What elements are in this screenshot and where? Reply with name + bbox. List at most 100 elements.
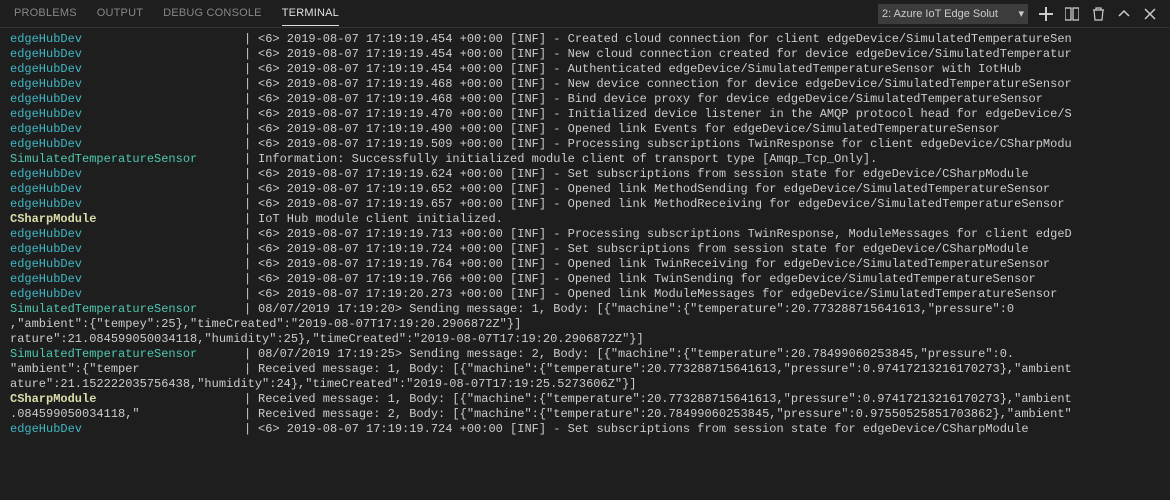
log-separator: | [244,152,258,167]
split-terminal-button[interactable] [1064,6,1080,22]
log-line: edgeHubDev| <6> 2019-08-07 17:19:19.454 … [10,47,1160,62]
log-separator: | [244,302,258,317]
log-line: edgeHubDev| <6> 2019-08-07 17:19:19.468 … [10,92,1160,107]
log-message: <6> 2019-08-07 17:19:19.470 +00:00 [INF]… [258,107,1160,122]
log-source: edgeHubDev [10,62,244,77]
log-line: edgeHubDev| <6> 2019-08-07 17:19:19.652 … [10,182,1160,197]
log-source: edgeHubDev [10,197,244,212]
log-message: <6> 2019-08-07 17:19:19.468 +00:00 [INF]… [258,92,1160,107]
terminal-selector[interactable]: 2: Azure IoT Edge Solut ▾ [878,4,1028,24]
log-source: edgeHubDev [10,227,244,242]
log-message: <6> 2019-08-07 17:19:19.652 +00:00 [INF]… [258,182,1160,197]
log-message: <6> 2019-08-07 17:19:19.713 +00:00 [INF]… [258,227,1160,242]
log-source: edgeHubDev [10,77,244,92]
log-message: Received message: 1, Body: [{"machine":{… [258,362,1160,377]
log-source: edgeHubDev [10,122,244,137]
terminal-toolbar: 2: Azure IoT Edge Solut ▾ [878,4,1170,24]
log-separator: | [244,32,258,47]
log-message: <6> 2019-08-07 17:19:19.468 +00:00 [INF]… [258,77,1160,92]
log-message: <6> 2019-08-07 17:19:19.657 +00:00 [INF]… [258,197,1160,212]
log-separator: | [244,422,258,437]
log-message: Received message: 2, Body: [{"machine":{… [258,407,1160,422]
log-source: edgeHubDev [10,422,244,437]
log-message: <6> 2019-08-07 17:19:19.509 +00:00 [INF]… [258,137,1160,152]
log-source: edgeHubDev [10,92,244,107]
log-source: CSharpModule [10,392,244,407]
tab-problems[interactable]: PROBLEMS [14,1,77,26]
log-separator: | [244,92,258,107]
tab-output[interactable]: OUTPUT [97,1,143,26]
log-separator: | [244,287,258,302]
log-line: edgeHubDev| <6> 2019-08-07 17:19:19.764 … [10,257,1160,272]
log-line: SimulatedTemperatureSensor| 08/07/2019 1… [10,347,1160,362]
log-line: "ambient":{"temper| Received message: 1,… [10,362,1160,377]
log-separator: | [244,362,258,377]
log-line: edgeHubDev| <6> 2019-08-07 17:19:19.657 … [10,197,1160,212]
log-separator: | [244,182,258,197]
log-wrap-line: rature":21.084599050034118,"humidity":25… [10,332,1160,347]
log-source: edgeHubDev [10,272,244,287]
log-line: CSharpModule| IoT Hub module client init… [10,212,1160,227]
log-message: <6> 2019-08-07 17:19:19.724 +00:00 [INF]… [258,242,1160,257]
log-separator: | [244,212,258,227]
log-message: <6> 2019-08-07 17:19:19.490 +00:00 [INF]… [258,122,1160,137]
log-line: .084599050034118,"| Received message: 2,… [10,407,1160,422]
log-source: edgeHubDev [10,257,244,272]
log-separator: | [244,347,258,362]
log-message: IoT Hub module client initialized. [258,212,1160,227]
log-line: CSharpModule| Received message: 1, Body:… [10,392,1160,407]
log-source: edgeHubDev [10,182,244,197]
log-source: SimulatedTemperatureSensor [10,152,244,167]
terminal-output[interactable]: edgeHubDev| <6> 2019-08-07 17:19:19.454 … [0,28,1170,441]
log-message: Received message: 1, Body: [{"machine":{… [258,392,1160,407]
log-source: SimulatedTemperatureSensor [10,347,244,362]
tab-terminal[interactable]: TERMINAL [282,1,339,26]
log-source: edgeHubDev [10,167,244,182]
log-separator: | [244,242,258,257]
close-panel-button[interactable] [1142,6,1158,22]
log-separator: | [244,137,258,152]
log-source: edgeHubDev [10,137,244,152]
log-source: edgeHubDev [10,242,244,257]
log-line: edgeHubDev| <6> 2019-08-07 17:19:19.713 … [10,227,1160,242]
log-line: edgeHubDev| <6> 2019-08-07 17:19:19.624 … [10,167,1160,182]
log-message: <6> 2019-08-07 17:19:19.454 +00:00 [INF]… [258,32,1160,47]
log-source: edgeHubDev [10,107,244,122]
log-line: edgeHubDev| <6> 2019-08-07 17:19:19.454 … [10,32,1160,47]
kill-terminal-button[interactable] [1090,6,1106,22]
log-message: 08/07/2019 17:19:25> Sending message: 2,… [258,347,1160,362]
maximize-panel-button[interactable] [1116,6,1132,22]
log-line: edgeHubDev| <6> 2019-08-07 17:19:19.490 … [10,122,1160,137]
log-message: 08/07/2019 17:19:20> Sending message: 1,… [258,302,1160,317]
log-source: edgeHubDev [10,287,244,302]
panel-header: PROBLEMS OUTPUT DEBUG CONSOLE TERMINAL 2… [0,0,1170,28]
new-terminal-button[interactable] [1038,6,1054,22]
panel-tabs: PROBLEMS OUTPUT DEBUG CONSOLE TERMINAL [0,1,339,26]
log-separator: | [244,227,258,242]
split-icon [1065,7,1079,21]
log-message: <6> 2019-08-07 17:19:19.454 +00:00 [INF]… [258,62,1160,77]
log-separator: | [244,122,258,137]
log-message: <6> 2019-08-07 17:19:20.273 +00:00 [INF]… [258,287,1160,302]
terminal-selector-label: 2: Azure IoT Edge Solut [882,8,998,20]
log-line: SimulatedTemperatureSensor| Information:… [10,152,1160,167]
tab-debug-console[interactable]: DEBUG CONSOLE [163,1,262,26]
log-source: "ambient":{"temper [10,362,244,377]
log-message: <6> 2019-08-07 17:19:19.454 +00:00 [INF]… [258,47,1160,62]
log-message: <6> 2019-08-07 17:19:19.766 +00:00 [INF]… [258,272,1160,287]
log-source: edgeHubDev [10,47,244,62]
chevron-up-icon [1118,8,1130,20]
log-wrap-line: ature":21.152222035756438,"humidity":24}… [10,377,1160,392]
log-line: edgeHubDev| <6> 2019-08-07 17:19:19.470 … [10,107,1160,122]
chevron-down-icon: ▾ [1018,7,1024,20]
log-line: edgeHubDev| <6> 2019-08-07 17:19:19.509 … [10,137,1160,152]
plus-icon [1039,7,1053,21]
log-line: edgeHubDev| <6> 2019-08-07 17:19:19.766 … [10,272,1160,287]
log-line: edgeHubDev| <6> 2019-08-07 17:19:19.724 … [10,422,1160,437]
log-separator: | [244,47,258,62]
log-separator: | [244,167,258,182]
log-separator: | [244,407,258,422]
log-message: <6> 2019-08-07 17:19:19.624 +00:00 [INF]… [258,167,1160,182]
log-separator: | [244,107,258,122]
close-icon [1144,8,1156,20]
